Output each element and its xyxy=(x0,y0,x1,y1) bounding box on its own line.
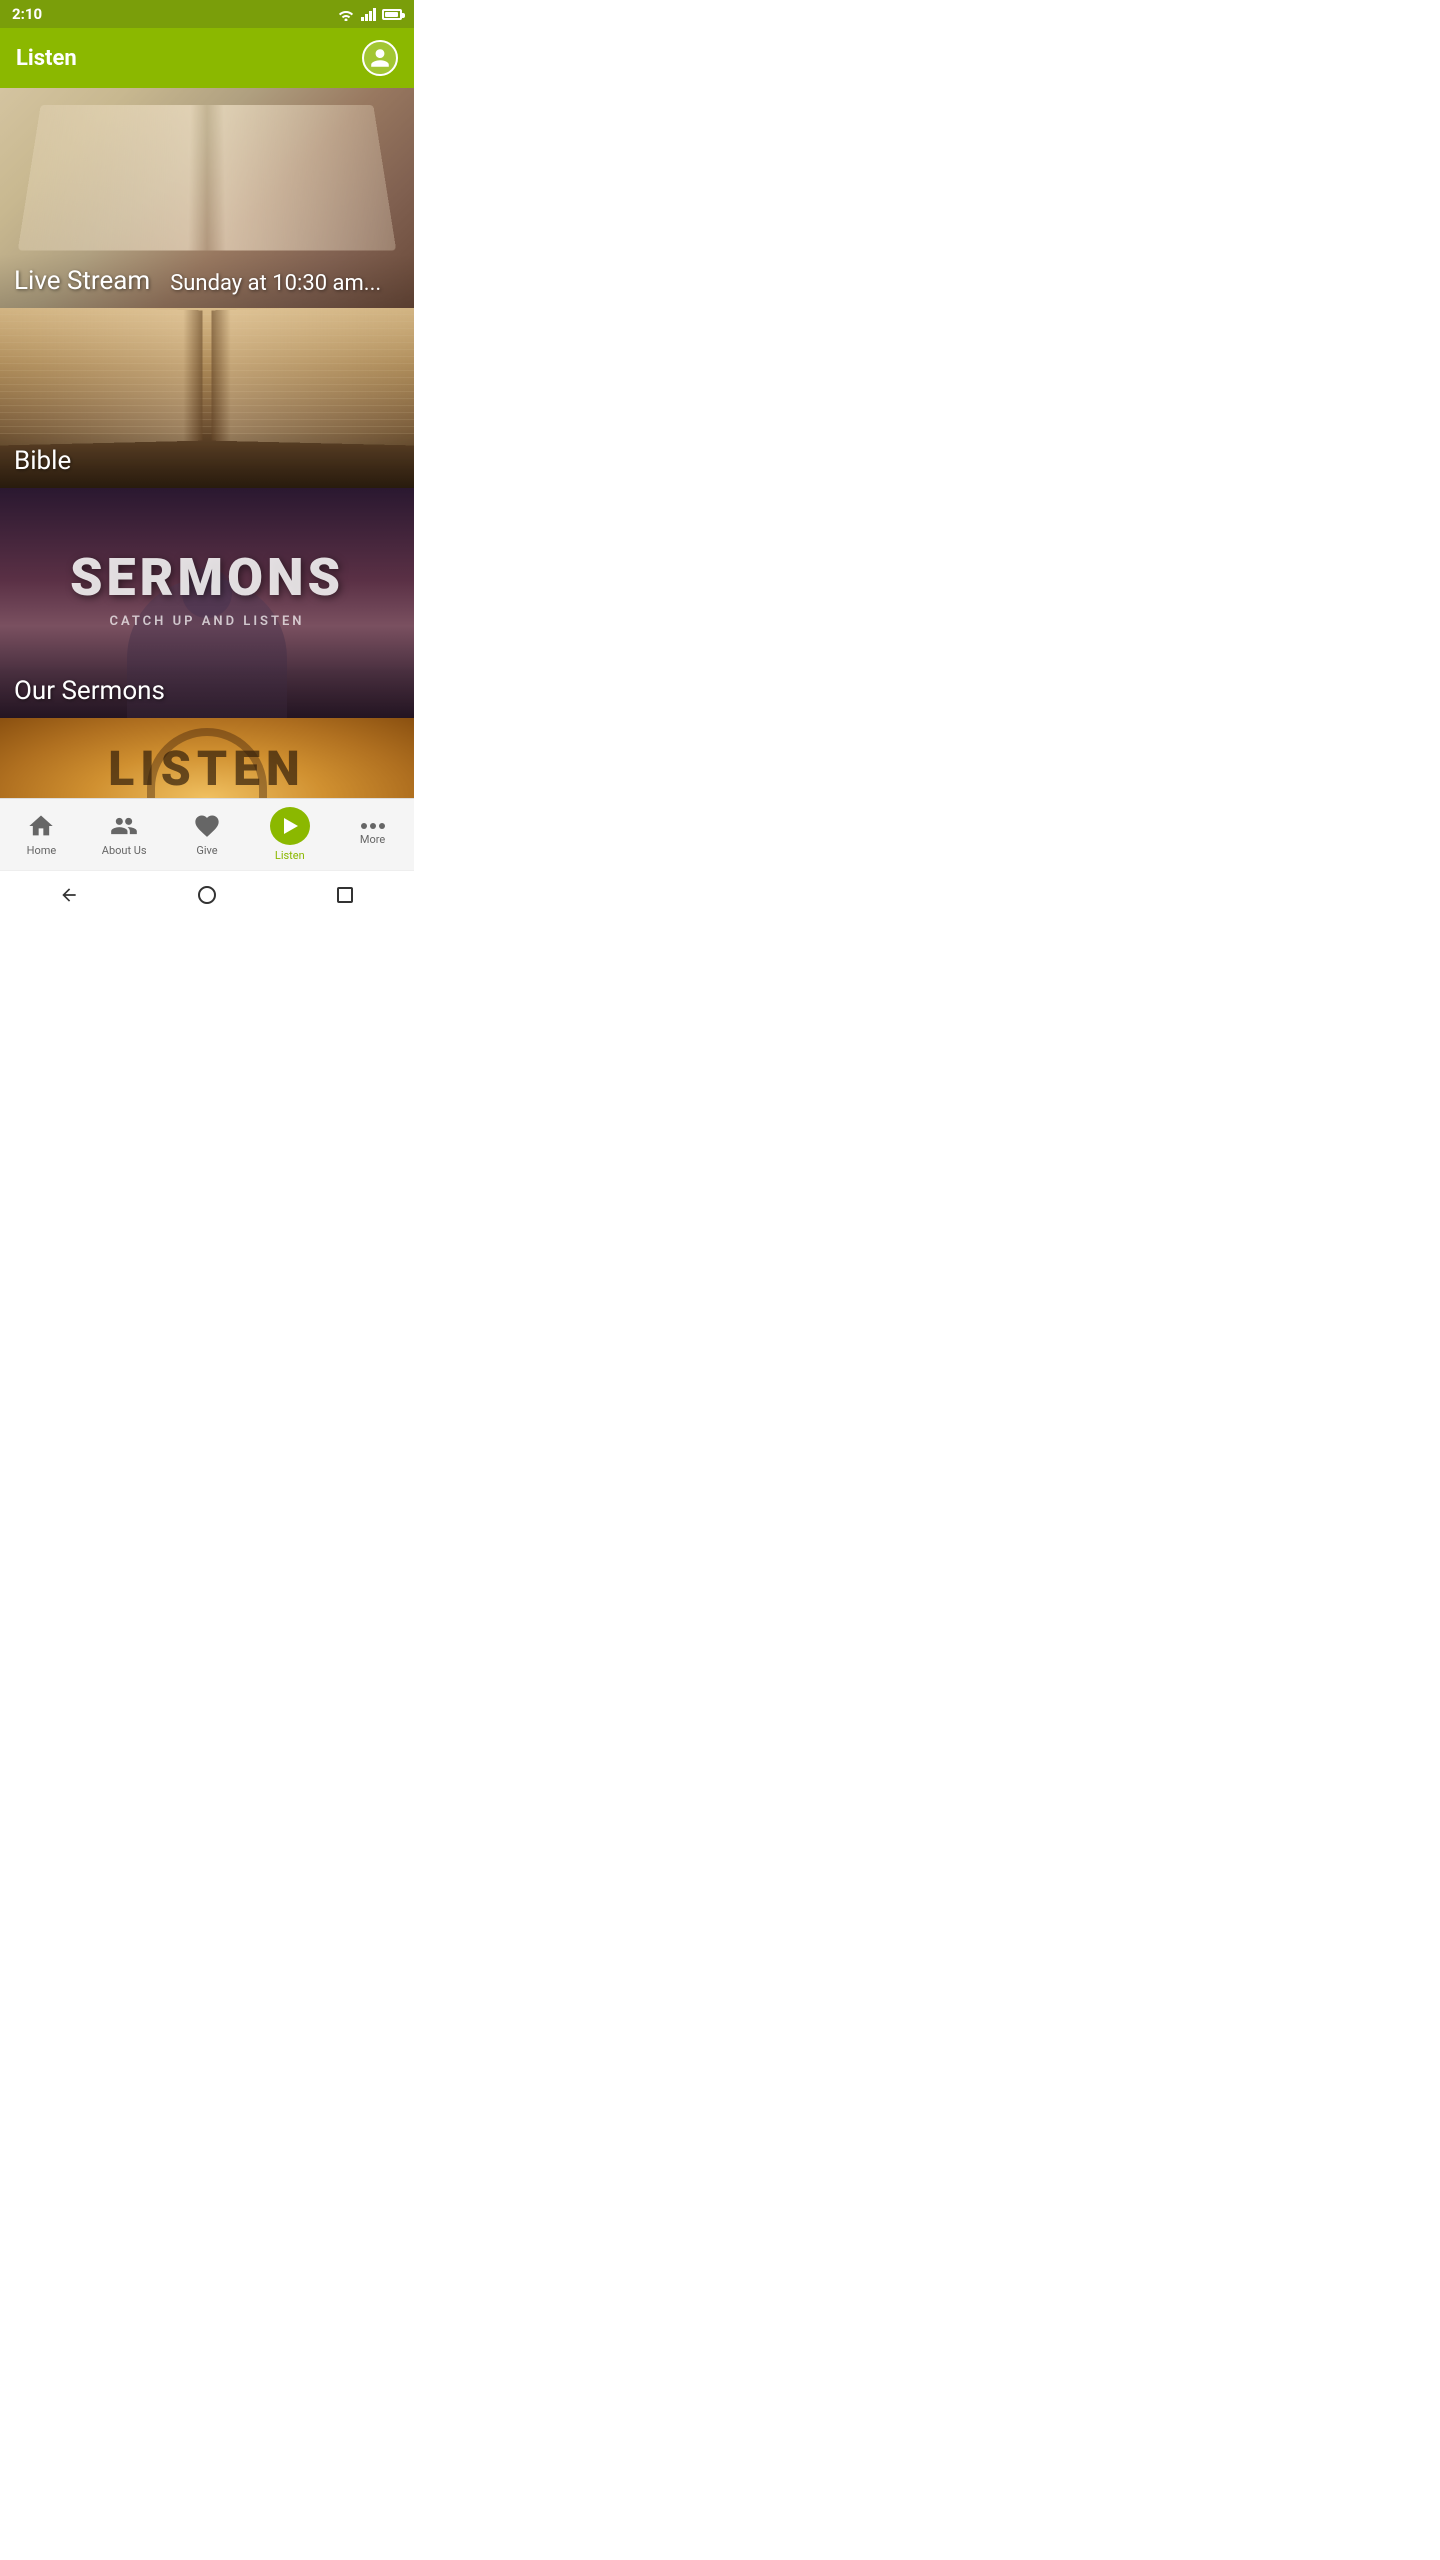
play-triangle-icon xyxy=(284,818,298,834)
status-icons xyxy=(337,7,402,21)
nav-home-label: Home xyxy=(27,844,57,857)
live-stream-label: Live Stream xyxy=(14,266,150,296)
group-icon xyxy=(110,812,138,840)
dots-icon xyxy=(361,823,385,829)
bottom-nav: Home About Us Give Listen More xyxy=(0,798,414,870)
home-icon xyxy=(27,812,55,840)
nav-listen[interactable]: Listen xyxy=(248,799,331,870)
listen-partial-card[interactable]: LISTEN xyxy=(0,718,414,798)
back-button[interactable] xyxy=(54,880,84,910)
home-button[interactable] xyxy=(192,880,222,910)
page-title: Listen xyxy=(16,46,77,71)
live-stream-labels: Live Stream Sunday at 10:30 am... xyxy=(0,254,414,308)
bible-label-row: Bible xyxy=(0,434,414,488)
bible-card[interactable]: Bible xyxy=(0,308,414,488)
nav-give[interactable]: Give xyxy=(166,799,249,870)
sermons-card[interactable]: SERMONS CATCH UP AND LISTEN Our Sermons xyxy=(0,488,414,718)
nav-give-label: Give xyxy=(196,844,217,857)
nav-home[interactable]: Home xyxy=(0,799,83,870)
listen-partial-bg: LISTEN xyxy=(0,718,414,798)
system-nav-bar xyxy=(0,870,414,918)
our-sermons-label: Our Sermons xyxy=(14,676,165,706)
live-stream-sublabel: Sunday at 10:30 am... xyxy=(170,271,381,296)
catch-up-label: CATCH UP AND LISTEN xyxy=(109,614,304,629)
status-time: 2:10 xyxy=(12,5,42,23)
recents-button[interactable] xyxy=(330,880,360,910)
bible-label: Bible xyxy=(14,446,71,476)
app-header: Listen xyxy=(0,28,414,88)
sermons-label-row: Our Sermons xyxy=(0,664,414,718)
nav-more-label: More xyxy=(360,833,385,846)
wifi-icon xyxy=(337,7,355,21)
listen-partial-text: LISTEN xyxy=(108,740,305,797)
content-area: Sermons ONLINE • ——— • Live Stream Sunda… xyxy=(0,88,414,798)
heart-icon xyxy=(193,812,221,840)
sermons-big-label: SERMONS xyxy=(70,547,344,608)
profile-button[interactable] xyxy=(362,40,398,76)
battery-icon xyxy=(382,9,402,20)
live-stream-card[interactable]: Sermons ONLINE • ——— • Live Stream Sunda… xyxy=(0,88,414,308)
nav-about-us[interactable]: About Us xyxy=(83,799,166,870)
nav-about-label: About Us xyxy=(102,844,147,857)
status-bar: 2:10 xyxy=(0,0,414,28)
nav-more[interactable]: More xyxy=(331,799,414,870)
listen-play-button[interactable] xyxy=(270,807,310,845)
nav-listen-label: Listen xyxy=(275,849,305,862)
profile-icon xyxy=(369,47,391,69)
signal-icon xyxy=(361,8,376,21)
